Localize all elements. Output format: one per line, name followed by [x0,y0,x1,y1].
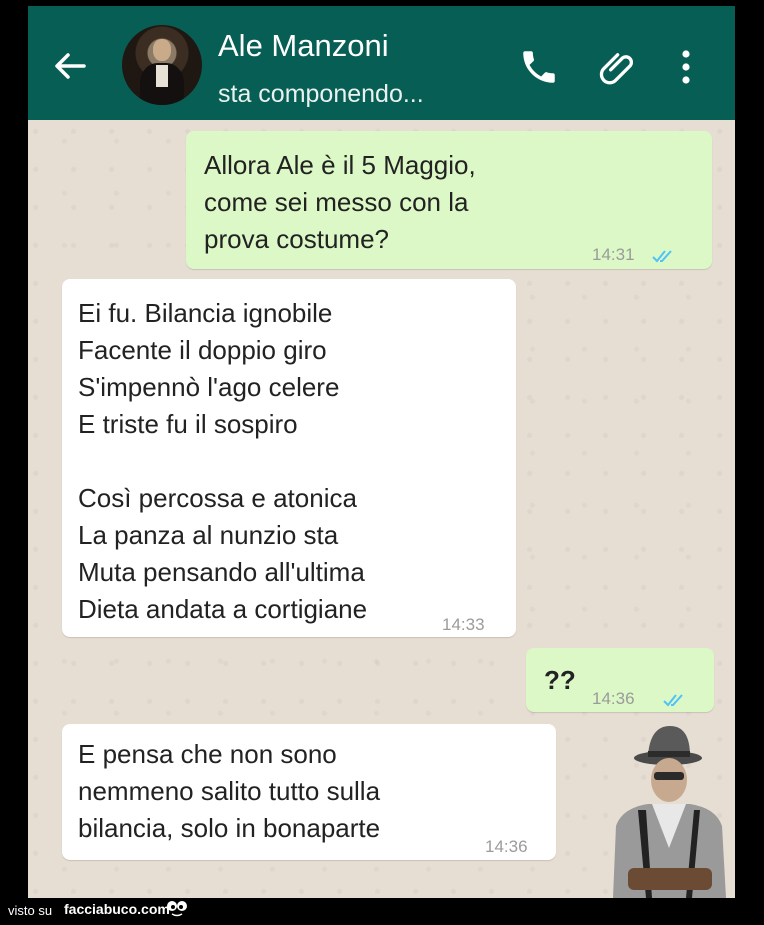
message-text: E pensa che non sono nemmeno salito tutt… [78,739,381,843]
message-text: Ei fu. Bilancia ignobile Facente il dopp… [78,298,368,624]
contact-name[interactable]: Ale Manzoni [218,28,389,64]
footer-visto-su: visto su [8,903,53,918]
man-in-hat-image [608,718,732,898]
message-time: 14:31 [592,245,635,264]
message-text: Allora Ale è il 5 Maggio, come sei messo… [204,150,476,254]
message-text: ?? [544,665,576,695]
message-time: 14:33 [442,615,485,634]
chat-header: Ale Manzoni sta componendo... [28,6,735,120]
message-bubble-incoming[interactable]: Ei fu. Bilancia ignobile Facente il dopp… [62,279,516,637]
typing-status: sta componendo... [218,80,424,108]
eyes-logo-icon [166,899,188,922]
more-vert-icon[interactable] [678,46,694,93]
phone-icon[interactable] [518,46,560,93]
read-ticks-icon [651,237,675,274]
back-arrow-icon[interactable] [50,48,90,84]
message-bubble-incoming[interactable]: E pensa che non sono nemmeno salito tutt… [62,724,556,860]
footer-brand[interactable]: facciabuco.com [64,901,170,917]
avatar[interactable] [122,25,202,105]
chat-screen: Ale Manzoni sta componendo... Allora Ale… [28,6,735,898]
message-time: 14:36 [592,689,635,708]
message-bubble-outgoing[interactable]: Allora Ale è il 5 Maggio, come sei messo… [186,131,712,269]
message-time: 14:36 [485,837,528,856]
paperclip-icon[interactable] [596,46,640,95]
message-bubble-outgoing[interactable]: ?? 14:36 [526,648,714,712]
read-ticks-icon [662,681,686,718]
